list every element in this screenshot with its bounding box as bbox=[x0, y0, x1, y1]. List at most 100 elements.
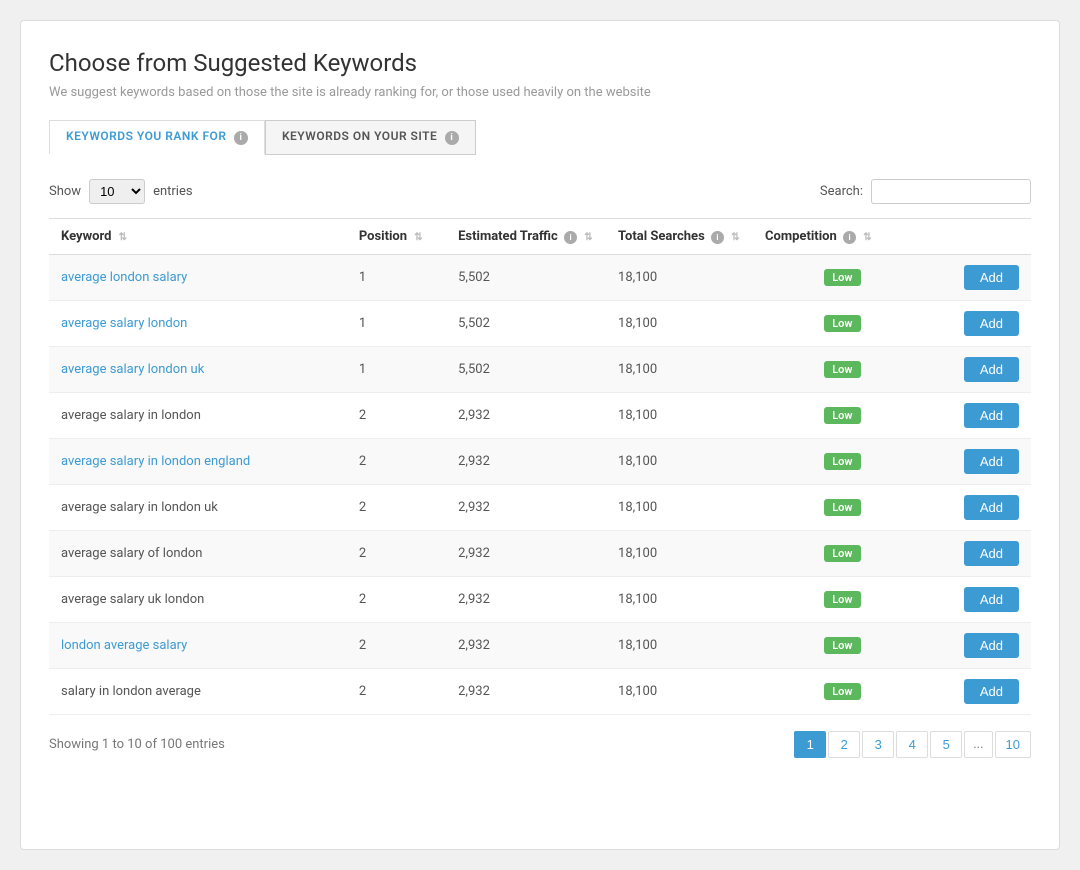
cell-searches: 18,100 bbox=[606, 577, 753, 623]
cell-keyword: average london salary bbox=[49, 255, 347, 301]
cell-traffic: 5,502 bbox=[446, 301, 606, 347]
cell-action: Add bbox=[932, 255, 1031, 301]
entries-select[interactable]: 10 25 50 100 bbox=[89, 179, 145, 204]
page-btn-10[interactable]: 10 bbox=[995, 731, 1031, 758]
cell-action: Add bbox=[932, 347, 1031, 393]
pagination-dots: ... bbox=[964, 731, 992, 758]
pagination: 1 2 3 4 5 ... 10 bbox=[794, 731, 1031, 758]
cell-position: 2 bbox=[347, 577, 446, 623]
table-row: average salary in london uk22,93218,100L… bbox=[49, 485, 1031, 531]
cell-action: Add bbox=[932, 393, 1031, 439]
cell-competition: Low bbox=[753, 577, 932, 623]
table-row: average salary in london england22,93218… bbox=[49, 439, 1031, 485]
competition-badge: Low bbox=[824, 315, 860, 332]
page-btn-3[interactable]: 3 bbox=[862, 731, 894, 758]
cell-action: Add bbox=[932, 577, 1031, 623]
add-keyword-button[interactable]: Add bbox=[964, 311, 1019, 336]
main-container: Choose from Suggested Keywords We sugges… bbox=[20, 20, 1060, 850]
add-keyword-button[interactable]: Add bbox=[964, 449, 1019, 474]
cell-action: Add bbox=[932, 439, 1031, 485]
col-header-traffic: Estimated Traffic i ⇅ bbox=[446, 219, 606, 255]
cell-searches: 18,100 bbox=[606, 669, 753, 715]
add-keyword-button[interactable]: Add bbox=[964, 633, 1019, 658]
cell-traffic: 2,932 bbox=[446, 439, 606, 485]
cell-keyword: average salary london uk bbox=[49, 347, 347, 393]
competition-badge: Low bbox=[824, 361, 860, 378]
table-header-row: Keyword ⇅ Position ⇅ Estimated Traffic i… bbox=[49, 219, 1031, 255]
tab-keywords-rank[interactable]: KEYWORDS YOU RANK FOR i bbox=[49, 120, 265, 155]
cell-keyword: average salary of london bbox=[49, 531, 347, 577]
showing-text: Showing 1 to 10 of 100 entries bbox=[49, 737, 225, 752]
table-footer: Showing 1 to 10 of 100 entries 1 2 3 4 5… bbox=[49, 731, 1031, 758]
table-row: average salary london15,50218,100LowAdd bbox=[49, 301, 1031, 347]
keyword-link[interactable]: average salary london uk bbox=[61, 362, 204, 377]
sort-keyword-icon[interactable]: ⇅ bbox=[119, 232, 127, 243]
cell-position: 2 bbox=[347, 531, 446, 577]
competition-badge: Low bbox=[824, 683, 860, 700]
competition-badge: Low bbox=[824, 269, 860, 286]
sort-traffic-icon[interactable]: ⇅ bbox=[584, 232, 592, 243]
table-row: average london salary15,50218,100LowAdd bbox=[49, 255, 1031, 301]
tab-bar: KEYWORDS YOU RANK FOR i KEYWORDS ON YOUR… bbox=[49, 120, 1031, 155]
table-row: average salary of london22,93218,100LowA… bbox=[49, 531, 1031, 577]
keyword-link[interactable]: average london salary bbox=[61, 270, 187, 285]
add-keyword-button[interactable]: Add bbox=[964, 587, 1019, 612]
search-label: Search: bbox=[820, 184, 863, 199]
show-entries-control: Show 10 25 50 100 entries bbox=[49, 179, 193, 204]
cell-searches: 18,100 bbox=[606, 439, 753, 485]
cell-keyword: average salary london bbox=[49, 301, 347, 347]
table-row: salary in london average22,93218,100LowA… bbox=[49, 669, 1031, 715]
add-keyword-button[interactable]: Add bbox=[964, 679, 1019, 704]
tab-keywords-site[interactable]: KEYWORDS ON YOUR SITE i bbox=[265, 120, 476, 155]
col-header-position: Position ⇅ bbox=[347, 219, 446, 255]
page-btn-1[interactable]: 1 bbox=[794, 731, 826, 758]
cell-competition: Low bbox=[753, 393, 932, 439]
keyword-link[interactable]: london average salary bbox=[61, 638, 187, 653]
cell-traffic: 2,932 bbox=[446, 393, 606, 439]
cell-position: 2 bbox=[347, 393, 446, 439]
cell-keyword: average salary in london england bbox=[49, 439, 347, 485]
add-keyword-button[interactable]: Add bbox=[964, 357, 1019, 382]
search-input[interactable] bbox=[871, 179, 1031, 204]
cell-traffic: 2,932 bbox=[446, 669, 606, 715]
cell-competition: Low bbox=[753, 347, 932, 393]
col-header-searches: Total Searches i ⇅ bbox=[606, 219, 753, 255]
add-keyword-button[interactable]: Add bbox=[964, 541, 1019, 566]
keyword-link[interactable]: average salary london bbox=[61, 316, 187, 331]
competition-info-icon: i bbox=[843, 231, 856, 244]
tab-site-info-icon: i bbox=[445, 131, 459, 145]
cell-action: Add bbox=[932, 485, 1031, 531]
add-keyword-button[interactable]: Add bbox=[964, 495, 1019, 520]
cell-traffic: 5,502 bbox=[446, 347, 606, 393]
add-keyword-button[interactable]: Add bbox=[964, 403, 1019, 428]
keyword-link[interactable]: average salary in london england bbox=[61, 454, 250, 469]
cell-competition: Low bbox=[753, 669, 932, 715]
cell-searches: 18,100 bbox=[606, 485, 753, 531]
cell-traffic: 5,502 bbox=[446, 255, 606, 301]
cell-competition: Low bbox=[753, 439, 932, 485]
cell-searches: 18,100 bbox=[606, 255, 753, 301]
page-btn-2[interactable]: 2 bbox=[828, 731, 860, 758]
page-btn-5[interactable]: 5 bbox=[930, 731, 962, 758]
page-btn-4[interactable]: 4 bbox=[896, 731, 928, 758]
add-keyword-button[interactable]: Add bbox=[964, 265, 1019, 290]
cell-competition: Low bbox=[753, 531, 932, 577]
page-title: Choose from Suggested Keywords bbox=[49, 49, 1031, 77]
cell-keyword: average salary in london bbox=[49, 393, 347, 439]
table-row: average salary in london22,93218,100LowA… bbox=[49, 393, 1031, 439]
sort-competition-icon[interactable]: ⇅ bbox=[863, 232, 871, 243]
col-header-competition: Competition i ⇅ bbox=[753, 219, 932, 255]
cell-searches: 18,100 bbox=[606, 347, 753, 393]
table-row: average salary uk london22,93218,100LowA… bbox=[49, 577, 1031, 623]
cell-searches: 18,100 bbox=[606, 623, 753, 669]
sort-searches-icon[interactable]: ⇅ bbox=[731, 232, 739, 243]
cell-keyword: london average salary bbox=[49, 623, 347, 669]
cell-competition: Low bbox=[753, 623, 932, 669]
cell-searches: 18,100 bbox=[606, 531, 753, 577]
sort-position-icon[interactable]: ⇅ bbox=[414, 232, 422, 243]
col-header-keyword: Keyword ⇅ bbox=[49, 219, 347, 255]
competition-badge: Low bbox=[824, 545, 860, 562]
cell-keyword: average salary in london uk bbox=[49, 485, 347, 531]
cell-action: Add bbox=[932, 301, 1031, 347]
cell-traffic: 2,932 bbox=[446, 623, 606, 669]
